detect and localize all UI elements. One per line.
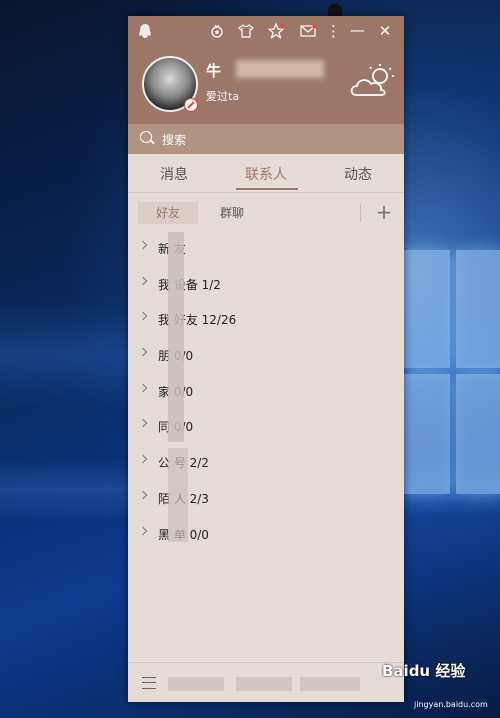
status-icon[interactable] (184, 98, 198, 112)
chevron-right-icon (138, 240, 148, 250)
friend-group-list: 新 友 我 设备 1/2 我 好友 12/26 朋 0/0 家 0/0 同 0/… (128, 232, 404, 553)
add-contact-button[interactable]: + (372, 200, 396, 224)
windows-logo (404, 250, 500, 550)
chevron-right-icon (138, 276, 148, 285)
toolbar-mosaic (168, 677, 224, 691)
watermark-url: jingyan.baidu.com (414, 700, 488, 709)
medal-icon[interactable] (210, 24, 224, 38)
nickname[interactable]: 牛 (206, 60, 221, 81)
windows-logo-pane (404, 374, 450, 494)
toolbar-mosaic (300, 677, 360, 691)
nickname-mosaic (236, 60, 324, 78)
windows-logo-pane (404, 250, 450, 368)
signature[interactable]: 爱过ta (206, 88, 239, 104)
search-input[interactable]: 搜索 (162, 131, 186, 148)
minimize-icon[interactable]: — (350, 22, 365, 38)
active-tab-indicator (236, 188, 298, 190)
subtab-groups[interactable]: 群聊 (212, 202, 252, 224)
toolbar-mosaic (236, 677, 292, 691)
windows-logo-pane (456, 374, 500, 494)
title-bar: ⋮ — ✕ (128, 16, 404, 46)
search-icon (140, 131, 152, 143)
skin-icon[interactable] (238, 24, 254, 38)
tab-feeds[interactable]: 动态 (328, 164, 388, 184)
chevron-right-icon (138, 383, 148, 392)
chevron-right-icon (138, 490, 148, 500)
subtab-friends[interactable]: 好友 (138, 202, 198, 224)
mail-icon[interactable] (300, 25, 316, 37)
contact-subtabs: 好友 群聊 + (128, 198, 404, 228)
qq-main-panel: ⋮ — ✕ 牛 爱过ta 搜索 消息 联系人 动态 好友 群聊 + 新 我 设备… (128, 16, 404, 702)
main-menu-icon[interactable] (142, 677, 156, 689)
windows-logo-pane (456, 250, 500, 368)
watermark: Baidu 经验 (382, 662, 466, 680)
chevron-right-icon (138, 419, 148, 428)
search-bar[interactable]: 搜索 (128, 124, 404, 154)
chevron-right-icon (138, 347, 148, 357)
tab-contacts[interactable]: 联系人 (236, 164, 296, 184)
bottom-toolbar (128, 662, 404, 702)
tab-messages[interactable]: 消息 (144, 164, 204, 184)
main-tabs: 消息 联系人 动态 (128, 154, 404, 193)
chevron-right-icon (138, 526, 148, 535)
chevron-right-icon (138, 454, 148, 464)
divider (360, 204, 361, 222)
weather-icon[interactable] (348, 62, 398, 100)
star-icon[interactable] (268, 23, 284, 39)
privacy-mosaic (168, 448, 188, 542)
privacy-mosaic (168, 232, 184, 442)
chevron-right-icon (138, 312, 148, 321)
close-icon[interactable]: ✕ (378, 23, 392, 39)
more-icon[interactable]: ⋮ (326, 23, 341, 39)
penguin-logo-icon (139, 24, 151, 38)
